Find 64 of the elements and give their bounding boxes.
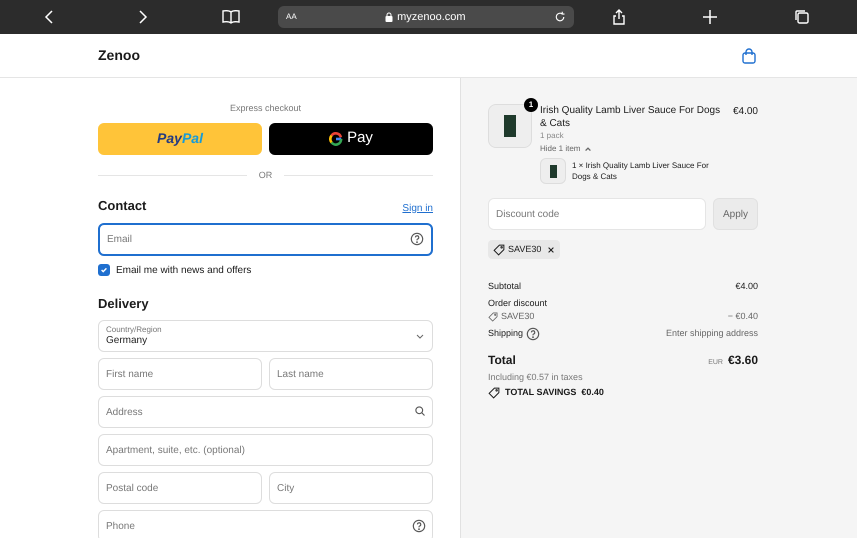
summary-label: Subtotal [488, 280, 522, 293]
email-field[interactable]: Email [98, 222, 433, 256]
tag-icon [488, 312, 498, 322]
field-label: Country/Region [106, 324, 162, 335]
or-divider-text: OR [258, 168, 272, 182]
discount-code-field[interactable]: Discount code [488, 198, 706, 230]
section-title: Delivery [98, 294, 150, 313]
total-value: €3.60 [728, 352, 758, 368]
store-name[interactable]: Zenoo [98, 45, 140, 66]
google-pay-button[interactable]: Pay [269, 122, 433, 154]
checkbox-label: Email me with news and offers [116, 264, 252, 278]
shopping-bag-icon[interactable] [741, 48, 757, 64]
summary-value: − €0.40 [728, 310, 758, 323]
tabs-icon[interactable] [794, 9, 810, 25]
text-field[interactable]: City [269, 472, 433, 504]
discount-code-text: SAVE30 [501, 310, 534, 323]
express-checkout-label: Express checkout [230, 102, 302, 115]
text-field[interactable]: Postal code [98, 472, 262, 504]
reload-icon[interactable] [554, 11, 566, 23]
book-icon[interactable] [221, 9, 241, 25]
text-field[interactable]: First name [98, 358, 262, 390]
text-field[interactable]: Last name [269, 358, 433, 390]
summary-value: €4.00 [735, 280, 758, 293]
summary-label: Order discount [488, 296, 548, 310]
quantity-badge: 1 [524, 98, 538, 112]
product-variant: 1 pack [540, 130, 565, 142]
chevron-icon [584, 145, 592, 153]
sign-in-link[interactable]: Sign in [402, 200, 433, 216]
text-size-button[interactable]: AA [286, 11, 297, 23]
help-icon[interactable] [412, 519, 426, 533]
product-price: €4.00 [732, 105, 758, 119]
lock-icon [385, 12, 394, 22]
summary-label: Shipping [488, 326, 524, 340]
total-savings-value: €0.40 [581, 386, 604, 399]
help-icon[interactable] [410, 232, 424, 246]
hide-items-toggle[interactable]: Hide 1 item [540, 143, 592, 155]
section-title: Contact [98, 197, 146, 215]
field-value: Germany [106, 334, 148, 348]
text-field[interactable]: Address [98, 396, 433, 428]
help-icon[interactable] [526, 326, 540, 340]
url-text: myzenoo.com [397, 10, 466, 25]
product-thumbnail [540, 158, 566, 184]
tag-icon [493, 244, 505, 256]
close-icon[interactable] [547, 246, 556, 254]
summary-value: Enter shipping address [666, 326, 758, 340]
taxes-note: Including €0.57 in taxes [488, 370, 584, 384]
country-select[interactable]: Country/Region Germany [98, 320, 433, 352]
product-title: Irish Quality Lamb Liver Sauce For Dogs & Cats [540, 104, 721, 130]
total-label: Total [488, 352, 516, 368]
share-icon[interactable] [611, 9, 627, 25]
plus-icon[interactable] [702, 9, 718, 25]
newsletter-checkbox[interactable] [98, 264, 110, 276]
sub-item-text: 1 × Irish Quality Lamb Liver Sauce For Dogs & Cats [572, 160, 710, 182]
text-field[interactable]: Apartment, suite, etc. (optional) [98, 434, 433, 466]
paypal-button[interactable]: PayPal [98, 122, 262, 154]
apply-button[interactable]: Apply [713, 198, 758, 230]
total-savings-label: TOTAL SAVINGS [505, 386, 576, 399]
address-bar[interactable]: AA myzenoo.com [278, 6, 574, 28]
check-icon [100, 266, 108, 274]
text-field[interactable]: Phone [98, 510, 433, 538]
g-logo-icon [329, 132, 344, 146]
discount-tag: SAVE30 [488, 240, 560, 259]
search-icon [414, 405, 426, 417]
tag-icon [488, 386, 500, 399]
